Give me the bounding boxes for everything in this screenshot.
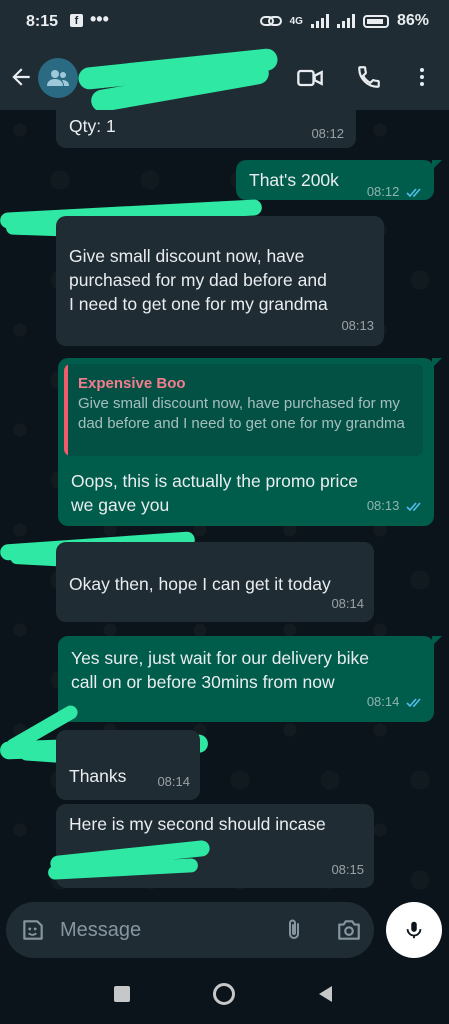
message-input[interactable]: Message [6,902,374,958]
quote-author: Expensive Boo [78,375,186,392]
chat-area[interactable]: Qty: 1 08:12 That's 200k 08:12 Give smal… [0,110,449,900]
message-time: 08:12 [367,180,424,204]
outgoing-message[interactable]: That's 200k 08:12 [236,160,442,200]
incoming-message[interactable]: Thanks 08:14 [56,730,200,800]
more-notifications-icon: ••• [90,9,109,29]
incoming-message[interactable]: Here is my second should incase 08:15 [47,804,374,888]
network-type: 4G [289,15,303,27]
battery-icon [362,14,389,28]
message-time-text: 08:14 [366,694,400,709]
incoming-message[interactable]: Give small discount now, have purchased … [56,216,384,346]
back-arrow-icon[interactable] [8,64,34,90]
people-icon [47,70,69,86]
link-icon [259,16,282,26]
message-time: 08:15 [331,862,364,877]
quote-text: Give small discount now, have purchased … [78,395,405,432]
message-placeholder: Message [60,919,142,941]
message-text: Qty: 1 [69,116,116,136]
message-time: 08:14 [331,596,364,611]
message-text: Oops, this is actually the promo price w… [71,471,358,515]
mic-button[interactable] [386,902,442,958]
message-text: Yes sure, just wait for our delivery bik… [71,648,369,692]
message-composer: Message [0,900,449,962]
status-time: 8:15 [26,13,59,30]
chat-header [0,46,449,114]
signal-icon [310,14,329,28]
message-time: 08:14 [367,690,424,714]
incoming-message[interactable]: Okay then, hope I can get it today 08:14 [56,542,374,622]
group-avatar-icon[interactable] [38,58,78,98]
more-options-icon[interactable] [410,64,434,90]
outgoing-reply-message[interactable]: Expensive Boo Give small discount now, h… [58,358,442,526]
attach-icon[interactable] [282,917,306,943]
contact-name[interactable] [77,47,280,114]
nav-square-icon[interactable] [114,986,130,1002]
message-text: Thanks [69,766,127,786]
read-receipt-icon [406,698,421,708]
battery-level: 86% [396,12,429,29]
message-time: 08:13 [367,494,424,518]
voice-call-icon[interactable] [356,64,382,90]
video-call-icon[interactable] [296,64,324,92]
system-nav-bar [0,962,449,1024]
message-time-text: 08:13 [366,498,400,513]
camera-icon[interactable] [336,917,362,943]
whatsapp-chat-screen: 8:15 f ••• 4G 86% Qty: 1 08:12 That's 20… [0,0,449,1024]
message-text: Give small discount now, have purchased … [69,246,328,314]
message-time: 08:14 [157,774,190,789]
nav-triangle-icon[interactable] [316,984,334,1004]
signal-2-icon [336,14,355,28]
read-receipt-icon [406,188,421,198]
message-text: That's 200k [249,170,339,190]
sticker-icon[interactable] [20,917,46,943]
status-bar: 8:15 f ••• 4G 86% [0,0,449,46]
read-receipt-icon [406,502,421,512]
outgoing-message[interactable]: Yes sure, just wait for our delivery bik… [58,636,442,722]
message-text: Okay then, hope I can get it today [69,574,331,594]
message-time: 08:12 [311,126,344,141]
nav-circle-icon[interactable] [213,983,235,1005]
quote-bar [64,364,68,456]
message-text: Here is my second should incase [69,814,326,834]
message-time-text: 08:12 [366,184,400,199]
quoted-message[interactable]: Expensive Boo Give small discount now, h… [64,364,423,456]
status-right: 4G 86% [259,12,429,30]
incoming-message[interactable]: Qty: 1 08:12 [56,110,356,148]
facebook-notification-icon: f [70,14,83,27]
mic-icon [406,921,422,939]
message-time: 08:13 [341,318,374,333]
